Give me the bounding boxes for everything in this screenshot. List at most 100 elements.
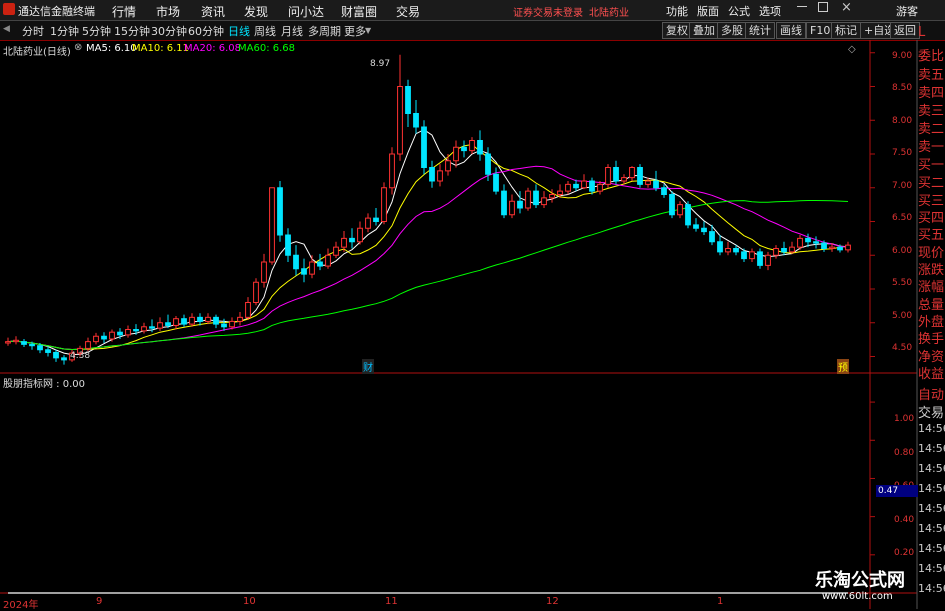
candle-up — [597, 183, 603, 192]
menu-jiaoyi[interactable]: 交易 — [396, 3, 420, 20]
candle-up — [157, 322, 163, 329]
candle-down — [21, 341, 27, 345]
candle-up — [789, 246, 795, 253]
login-warning[interactable]: 证券交易未登录 — [513, 4, 583, 19]
stock-name-title: 北陆药业 — [589, 8, 629, 19]
menu-caifuquan[interactable]: 财富圈 — [341, 3, 377, 20]
period-fenshi[interactable]: 分时 — [20, 23, 46, 39]
candle-down — [285, 234, 291, 256]
price-tick: 8.00 — [892, 116, 913, 126]
candle-down — [813, 241, 819, 244]
candle-up — [381, 187, 387, 222]
close-icon[interactable]: × — [841, 0, 852, 15]
menu-shichang[interactable]: 市场 — [156, 3, 180, 20]
candle-down — [165, 322, 171, 326]
period-30min[interactable]: 30分钟 — [149, 23, 189, 39]
side-auto[interactable]: 自动 — [918, 384, 945, 403]
menu-zixun[interactable]: 资讯 — [201, 3, 225, 20]
menu-hangqing[interactable]: 行情 — [112, 3, 136, 20]
candle-down — [717, 241, 723, 253]
price-tick: 5.50 — [892, 278, 913, 288]
candle-down — [805, 237, 811, 243]
candle-up — [437, 170, 443, 182]
menu-xuanxiang[interactable]: 选项 — [759, 3, 781, 19]
side-sell1: 卖一 — [918, 140, 945, 155]
candle-down — [37, 345, 43, 351]
period-multi[interactable]: 多周期 — [306, 23, 343, 39]
chart-area[interactable] — [0, 40, 945, 609]
candle-down — [301, 268, 307, 275]
candle-down — [45, 349, 51, 353]
candle-up — [469, 140, 475, 152]
candle-down — [637, 167, 643, 185]
app-title: 通达信金融终端 — [18, 5, 95, 18]
candle-up — [565, 183, 571, 192]
tongji-button[interactable]: 统计 — [745, 22, 775, 39]
duogu-button[interactable]: 多股 — [717, 22, 747, 39]
candle-up — [773, 248, 779, 256]
candle-up — [629, 167, 635, 179]
period-15min[interactable]: 15分钟 — [112, 23, 152, 39]
candle-up — [445, 160, 451, 172]
side-time: 14:56 — [918, 542, 945, 555]
candle-up — [261, 261, 267, 283]
x-axis-label: 10 — [243, 596, 256, 607]
candle-down — [221, 323, 227, 328]
indicator-cursor-value: 0.47 — [876, 485, 918, 497]
diejia-button[interactable]: 叠加 — [689, 22, 719, 39]
period-60min[interactable]: 60分钟 — [186, 23, 226, 39]
fuquan-button[interactable]: 复权 — [662, 22, 692, 39]
candle-down — [669, 194, 675, 216]
x-axis-label: 11 — [385, 596, 398, 607]
menu-faxian[interactable]: 发现 — [244, 3, 268, 20]
candle-up — [253, 281, 259, 303]
forecast-marker[interactable]: 预 — [837, 359, 849, 374]
price-tick: 7.50 — [892, 148, 913, 158]
candle-up — [365, 217, 371, 229]
candle-down — [181, 318, 187, 325]
candle-down — [741, 251, 747, 260]
side-time: 14:56 — [918, 522, 945, 535]
period-daily[interactable]: 日线 — [226, 23, 252, 39]
menu-gongshi[interactable]: 公式 — [728, 3, 750, 19]
more-dropdown-icon[interactable]: ▼ — [365, 26, 371, 35]
side-header-l: L — [918, 25, 926, 40]
huaxian-button[interactable]: 画线 — [776, 22, 806, 39]
period-weekly[interactable]: 周线 — [252, 23, 278, 39]
menu-wenxiaoda[interactable]: 问小达 — [288, 3, 324, 20]
candle-up — [141, 326, 147, 332]
toolbar-arrow-icon[interactable]: ◀ — [3, 24, 10, 34]
watermark-url: www.60lt.com — [822, 591, 893, 602]
side-huanshou: 换手 — [918, 332, 945, 347]
candle-up — [93, 335, 99, 343]
x-axis-label: 9 — [96, 596, 103, 607]
price-tick: 9.00 — [892, 51, 913, 61]
price-tick: 8.50 — [892, 83, 913, 93]
biaoji-button[interactable]: 标记 — [831, 22, 861, 39]
period-monthly[interactable]: 月线 — [279, 23, 305, 39]
finance-report-marker[interactable]: 财 — [362, 359, 374, 374]
ma-line-ma20 — [7, 165, 849, 351]
candle-up — [85, 341, 91, 349]
candle-down — [149, 326, 155, 329]
indicator-tick: 0.80 — [894, 448, 915, 458]
guest-label[interactable]: 游客 — [896, 3, 918, 19]
candle-up — [845, 244, 851, 251]
back-button[interactable]: 返回 — [890, 22, 920, 39]
menu-gongneng[interactable]: 功能 — [666, 3, 688, 19]
candle-up — [5, 341, 11, 344]
candle-up — [189, 316, 195, 325]
candle-up — [829, 246, 835, 249]
period-1min[interactable]: 1分钟 — [48, 23, 81, 39]
candle-down — [349, 237, 355, 243]
minimize-icon[interactable] — [797, 6, 807, 7]
side-trade[interactable]: 交易 — [918, 402, 945, 421]
period-5min[interactable]: 5分钟 — [80, 23, 113, 39]
candle-up — [605, 167, 611, 185]
candle-up — [765, 254, 771, 266]
menu-banmian[interactable]: 版面 — [697, 3, 719, 19]
x-axis-label: 12 — [546, 596, 559, 607]
side-time: 14:56 — [918, 442, 945, 455]
maximize-icon[interactable] — [818, 2, 828, 12]
candle-down — [837, 246, 843, 251]
